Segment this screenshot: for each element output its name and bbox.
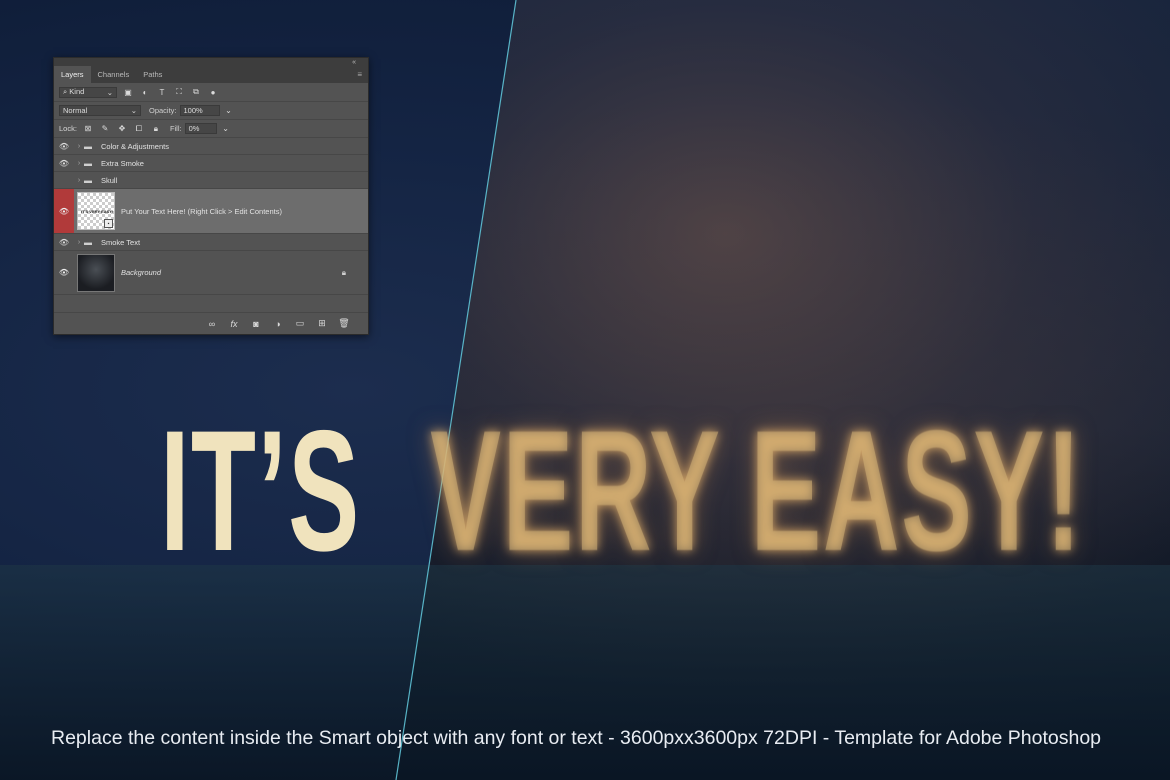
chevron-down-icon[interactable]: ⌄ <box>223 105 235 117</box>
chevron-right-icon[interactable]: › <box>74 239 84 246</box>
folder-icon: ▬ <box>84 175 92 185</box>
background-thumbnail <box>77 253 115 292</box>
blend-mode-value: Normal <box>63 106 88 115</box>
filter-kind-select[interactable]: ⌕ Kind ⌄ <box>59 86 117 98</box>
shape-filter-icon[interactable]: ⛶ <box>173 86 185 98</box>
layer-smoke-text[interactable]: 👁︎ › ▬ Smoke Text <box>54 234 368 251</box>
eye-icon[interactable]: 👁︎ <box>54 189 74 233</box>
folder-icon: ▬ <box>84 237 92 247</box>
template-caption: Replace the content inside the Smart obj… <box>51 727 1102 749</box>
layer-name: Color & Adjustments <box>101 141 169 151</box>
adjustment-filter-icon[interactable]: ◐ <box>139 86 151 98</box>
pixel-filter-icon[interactable]: ▣ <box>122 86 134 98</box>
blend-opacity-row: Normal ⌄ Opacity: 100% ⌄ <box>54 102 368 120</box>
headline-smoke-text: VERY EASY! <box>430 395 1083 587</box>
thumbnail-text: IT'S VERY EASY! <box>81 209 114 214</box>
headline-plain-text: IT’S <box>160 395 361 587</box>
layer-name: Smoke Text <box>101 237 141 247</box>
layer-smart-object-text[interactable]: 👁︎ IT'S VERY EASY! ▪ Put Your Text Here!… <box>54 189 368 234</box>
chevron-right-icon[interactable]: › <box>74 177 84 184</box>
lock-icon: 🔒︎ <box>341 267 346 277</box>
eye-icon[interactable]: 👁︎ <box>54 251 74 294</box>
tab-paths[interactable]: Paths <box>136 66 169 83</box>
layer-color-adjustments[interactable]: 👁︎ › ▬ Color & Adjustments <box>54 138 368 155</box>
filter-toggle-icon[interactable]: ● <box>207 86 219 98</box>
lock-all-icon[interactable]: 🔒︎ <box>150 123 162 135</box>
search-icon: ⌕ <box>63 87 68 96</box>
opacity-label: Opacity: <box>149 106 177 115</box>
panel-menu-icon[interactable]: ≡ <box>357 70 362 79</box>
trash-icon[interactable]: 🗑︎ <box>338 318 350 330</box>
layer-filter-row: ⌕ Kind ⌄ ▣ ◐ T ⛶ ⧉ ● <box>54 83 368 102</box>
smart-object-thumbnail: IT'S VERY EASY! ▪ <box>77 192 115 230</box>
opacity-field[interactable]: 100% <box>179 105 220 116</box>
panel-tabs: Layers Channels Paths ≡ <box>54 66 368 83</box>
lock-fill-row: Lock: ⊠ ✎ ✥ ⧠ 🔒︎ Fill: 0% ⌄ <box>54 120 368 138</box>
eye-icon[interactable]: 👁︎ <box>54 159 74 168</box>
layers-list: 👁︎ › ▬ Color & Adjustments 👁︎ › ▬ Extra … <box>54 138 368 295</box>
collapse-panel-button[interactable]: « <box>352 59 356 66</box>
layer-name: Skull <box>101 175 118 185</box>
new-group-icon[interactable]: ▭ <box>294 318 306 330</box>
layer-skull[interactable]: › ▬ Skull <box>54 172 368 189</box>
folder-icon: ▬ <box>84 141 92 151</box>
eye-icon[interactable]: 👁︎ <box>54 142 74 151</box>
chevron-right-icon[interactable]: › <box>74 160 84 167</box>
chevron-down-icon: ⌄ <box>130 106 137 115</box>
tab-channels[interactable]: Channels <box>91 66 137 83</box>
fill-label: Fill: <box>169 124 182 133</box>
tab-layers[interactable]: Layers <box>54 66 91 83</box>
panel-bottom-toolbar: ∞ fx ◙ ◑ ▭ ⊞ 🗑︎ <box>54 312 368 334</box>
chevron-down-icon: ⌄ <box>106 87 113 97</box>
lock-label: Lock: <box>59 124 77 133</box>
blend-mode-select[interactable]: Normal ⌄ <box>59 105 141 116</box>
panel-titlebar: « <box>54 58 368 66</box>
layer-style-icon[interactable]: fx <box>228 318 240 330</box>
add-mask-icon[interactable]: ◙ <box>250 318 262 330</box>
lock-position-icon[interactable]: ✥ <box>116 123 128 135</box>
layer-name: Background <box>121 268 162 277</box>
layers-panel: « Layers Channels Paths ≡ ⌕ Kind ⌄ ▣ ◐ T… <box>53 57 369 335</box>
smart-object-filter-icon[interactable]: ⧉ <box>190 86 202 98</box>
fill-value: 0% <box>188 124 200 133</box>
adjustment-layer-icon[interactable]: ◑ <box>272 318 284 330</box>
opacity-value: 100% <box>183 106 203 115</box>
chevron-down-icon[interactable]: ⌄ <box>220 123 232 135</box>
smart-object-badge-icon: ▪ <box>104 219 113 228</box>
lock-transparency-icon[interactable]: ⊠ <box>82 123 94 135</box>
layer-name: Put Your Text Here! (Right Click > Edit … <box>121 206 282 216</box>
filter-kind-label: Kind <box>69 87 85 96</box>
eye-icon[interactable]: 👁︎ <box>54 238 74 247</box>
type-filter-icon[interactable]: T <box>156 86 168 98</box>
folder-icon: ▬ <box>84 158 92 168</box>
chevron-right-icon[interactable]: › <box>74 143 84 150</box>
layer-background[interactable]: 👁︎ Background 🔒︎ <box>54 251 368 295</box>
lock-artboard-icon[interactable]: ⧠ <box>133 123 145 135</box>
link-layers-icon[interactable]: ∞ <box>206 318 218 330</box>
layer-extra-smoke[interactable]: 👁︎ › ▬ Extra Smoke <box>54 155 368 172</box>
new-layer-icon[interactable]: ⊞ <box>316 318 328 330</box>
fill-field[interactable]: 0% <box>184 123 217 134</box>
layer-name: Extra Smoke <box>101 158 144 168</box>
lock-pixels-icon[interactable]: ✎ <box>99 123 111 135</box>
